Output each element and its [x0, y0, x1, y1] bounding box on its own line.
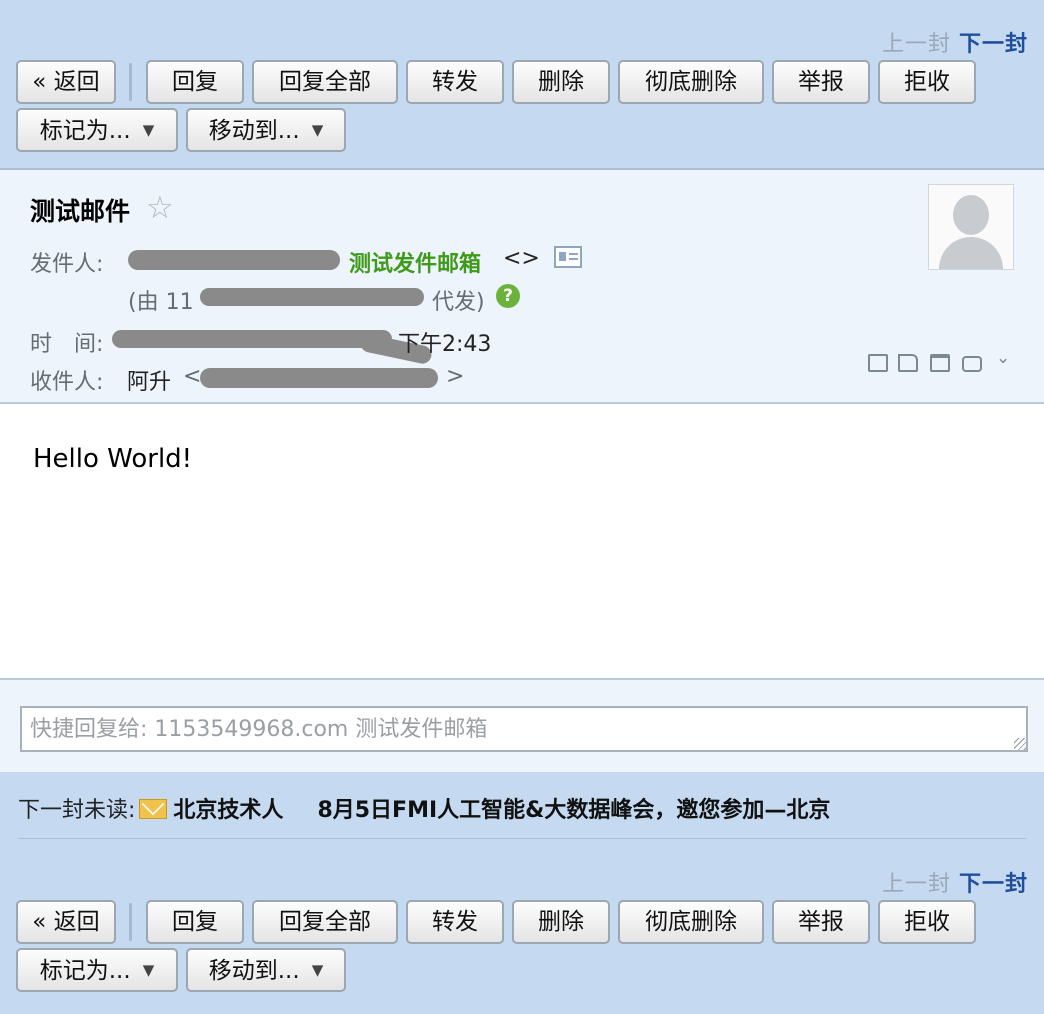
- recipient-close-bracket: >: [446, 364, 465, 389]
- contact-card-icon[interactable]: [554, 246, 582, 268]
- avatar-head: [953, 195, 989, 235]
- resize-grip-icon[interactable]: [1014, 738, 1026, 750]
- report-button[interactable]: 举报: [772, 60, 870, 104]
- delete-button[interactable]: 删除: [512, 60, 610, 104]
- reply-button[interactable]: 回复: [146, 900, 244, 944]
- sender-name[interactable]: 测试发件邮箱: [349, 246, 481, 278]
- chevron-down-icon: ▼: [311, 961, 324, 979]
- chevron-down-icon: ▼: [142, 961, 155, 979]
- next-mail-link[interactable]: 下一封: [959, 872, 1028, 897]
- divider: [18, 838, 1026, 839]
- next-mail-link[interactable]: 下一封: [959, 32, 1028, 57]
- print-icon[interactable]: [962, 356, 982, 372]
- reject-button[interactable]: 拒收: [878, 900, 976, 944]
- top-toolbar: 上一封 下一封 « 返回 回复 回复全部 转发 删除 彻底删除 举报 拒收 标记为…: [0, 0, 1044, 170]
- mail-subject: 测试邮件: [30, 197, 131, 226]
- quick-reply-area: 快捷回复给: 1153549968.com 测试发件邮箱: [0, 678, 1044, 774]
- delete-button[interactable]: 删除: [512, 900, 610, 944]
- help-icon[interactable]: ?: [496, 284, 520, 308]
- reply-all-button[interactable]: 回复全部: [252, 60, 398, 104]
- toolbar-separator: [129, 903, 132, 941]
- mail-header: 测试邮件 ☆ 发件人: 测试发件邮箱 <> (由 11 代发) ? 时 间: 下…: [0, 170, 1044, 404]
- note-icon[interactable]: [898, 354, 918, 372]
- toolbar-separator: [129, 63, 132, 101]
- move-to-dropdown[interactable]: 移动到... ▼: [186, 108, 346, 152]
- reply-button[interactable]: 回复: [146, 60, 244, 104]
- forward-button[interactable]: 转发: [406, 60, 504, 104]
- move-to-dropdown[interactable]: 移动到... ▼: [186, 948, 346, 992]
- time-value: 下午2:43: [398, 332, 492, 357]
- redacted-recipient-address: [200, 368, 438, 388]
- reply-all-button[interactable]: 回复全部: [252, 900, 398, 944]
- sender-address-brackets: <>: [503, 246, 540, 271]
- star-icon[interactable]: ☆: [146, 190, 174, 226]
- via-suffix: 代发): [432, 290, 485, 315]
- mark-as-dropdown[interactable]: 标记为... ▼: [16, 108, 178, 152]
- mark-as-dropdown[interactable]: 标记为... ▼: [16, 948, 178, 992]
- redacted-sender-address: [128, 250, 340, 270]
- chevron-down-icon: ▼: [142, 121, 155, 139]
- prev-mail-link[interactable]: 上一封: [882, 32, 951, 57]
- next-unread-sender[interactable]: 北京技术人: [173, 798, 283, 823]
- avatar-body: [939, 237, 1003, 269]
- recipient-open-bracket: <: [183, 364, 202, 389]
- recipient-name[interactable]: 阿升: [127, 364, 171, 396]
- prev-mail-link[interactable]: 上一封: [882, 872, 951, 897]
- next-unread-label: 下一封未读:: [18, 798, 136, 823]
- delete-permanently-button[interactable]: 彻底删除: [618, 900, 764, 944]
- via-prefix: (由 11: [128, 290, 194, 315]
- quick-reply-input[interactable]: 快捷回复给: 1153549968.com 测试发件邮箱: [20, 706, 1028, 752]
- reject-button[interactable]: 拒收: [878, 60, 976, 104]
- top-pager: 上一封 下一封: [882, 26, 1028, 58]
- forward-button[interactable]: 转发: [406, 900, 504, 944]
- new-window-icon[interactable]: [868, 354, 888, 372]
- save-folder-icon[interactable]: [930, 354, 950, 372]
- next-unread-subject[interactable]: 8月5日FMI人工智能&大数据峰会，邀您参加—北京: [317, 798, 830, 823]
- mark-as-label: 标记为...: [39, 958, 131, 984]
- sender-avatar: [928, 184, 1014, 270]
- redacted-via-address: [200, 288, 424, 306]
- next-unread-row[interactable]: 下一封未读: 北京技术人 8月5日FMI人工智能&大数据峰会，邀您参加—北京: [18, 792, 830, 824]
- redacted-date: [112, 330, 392, 348]
- more-chevron-icon[interactable]: ⌄: [996, 348, 1010, 368]
- back-button[interactable]: « 返回: [16, 900, 116, 944]
- mail-body: Hello World!: [33, 444, 193, 474]
- envelope-icon: [139, 799, 168, 819]
- move-to-label: 移动到...: [208, 958, 300, 984]
- bottom-pager: 上一封 下一封: [882, 866, 1028, 898]
- back-button[interactable]: « 返回: [16, 60, 116, 104]
- mark-as-label: 标记为...: [39, 118, 131, 144]
- move-to-label: 移动到...: [208, 118, 300, 144]
- time-label: 时 间:: [30, 332, 104, 357]
- report-button[interactable]: 举报: [772, 900, 870, 944]
- from-label: 发件人:: [30, 252, 104, 277]
- delete-permanently-button[interactable]: 彻底删除: [618, 60, 764, 104]
- chevron-down-icon: ▼: [311, 121, 324, 139]
- to-label: 收件人:: [30, 370, 104, 395]
- bottom-toolbar: 下一封未读: 北京技术人 8月5日FMI人工智能&大数据峰会，邀您参加—北京 上一封…: [0, 772, 1044, 1014]
